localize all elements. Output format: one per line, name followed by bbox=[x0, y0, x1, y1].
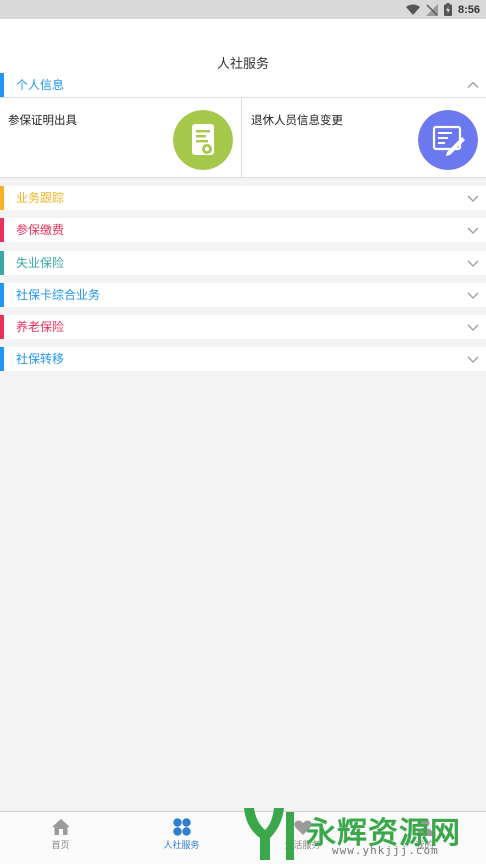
section-accent-bar bbox=[0, 315, 4, 339]
card-insurance-certificate[interactable]: 参保证明出具 bbox=[0, 98, 242, 177]
card-label: 参保证明出具 bbox=[8, 113, 77, 127]
chevron-down-icon[interactable] bbox=[466, 223, 480, 237]
section-accent-bar bbox=[0, 218, 4, 242]
section-business-tracking[interactable]: 业务跟踪 bbox=[0, 186, 486, 210]
nav-item-hr-services[interactable]: 人社服务 bbox=[121, 812, 242, 864]
grid-icon bbox=[172, 818, 191, 836]
wifi-icon bbox=[405, 4, 420, 15]
card-label: 退休人员信息变更 bbox=[251, 113, 343, 127]
section-social-security-card[interactable]: 社保卡综合业务 bbox=[0, 283, 486, 307]
nav-label: 人社服务 bbox=[163, 841, 200, 851]
chevron-down-icon[interactable] bbox=[466, 256, 480, 270]
chevron-down-icon[interactable] bbox=[466, 288, 480, 302]
status-time: 8:56 bbox=[457, 3, 480, 16]
section-label: 社保卡综合业务 bbox=[16, 288, 101, 302]
section-unemployment-insurance[interactable]: 失业保险 bbox=[0, 251, 486, 275]
section-label: 社保转移 bbox=[16, 352, 65, 366]
section-insurance-payment[interactable]: 参保缴费 bbox=[0, 218, 486, 242]
nav-item-home[interactable]: 首页 bbox=[0, 812, 121, 864]
nav-label: 首页 bbox=[51, 841, 70, 851]
section-social-security-transfer[interactable]: 社保转移 bbox=[0, 347, 486, 371]
watermark-logo-icon bbox=[244, 808, 294, 860]
home-icon bbox=[51, 819, 70, 835]
section-personal-info[interactable]: 个人信息 bbox=[0, 73, 486, 97]
section-label: 个人信息 bbox=[16, 78, 65, 92]
watermark: 永辉资源网 www.yhkjjj.com bbox=[240, 802, 486, 864]
chevron-up-icon[interactable] bbox=[466, 78, 480, 92]
status-indicators: 8:56 bbox=[405, 2, 480, 17]
section-label: 失业保险 bbox=[16, 256, 65, 270]
page-title: 人社服务 bbox=[216, 57, 269, 72]
section-accent-bar bbox=[0, 283, 4, 307]
app-header: 人社服务 bbox=[0, 19, 486, 73]
battery-icon bbox=[443, 3, 452, 16]
card-retiree-info-change[interactable]: 退休人员信息变更 bbox=[243, 98, 486, 177]
section-accent-bar bbox=[0, 251, 4, 275]
watermark-url: www.yhkjjj.com bbox=[332, 844, 439, 857]
section-accent-bar bbox=[0, 347, 4, 371]
chevron-down-icon[interactable] bbox=[466, 320, 480, 334]
chevron-down-icon[interactable] bbox=[466, 352, 480, 366]
edit-document-icon bbox=[418, 110, 478, 170]
section-accent-bar bbox=[0, 73, 4, 97]
chevron-down-icon[interactable] bbox=[466, 191, 480, 205]
section-pension-insurance[interactable]: 养老保险 bbox=[0, 315, 486, 339]
section-accent-bar bbox=[0, 186, 4, 210]
personal-info-cards: 参保证明出具 退休人员信息变更 bbox=[0, 97, 486, 178]
section-label: 业务跟踪 bbox=[16, 191, 65, 205]
section-label: 养老保险 bbox=[16, 320, 65, 334]
no-signal-icon bbox=[425, 3, 438, 16]
section-label: 参保缴费 bbox=[16, 223, 65, 237]
status-bar: 8:56 bbox=[0, 0, 486, 19]
certificate-icon bbox=[173, 110, 233, 170]
